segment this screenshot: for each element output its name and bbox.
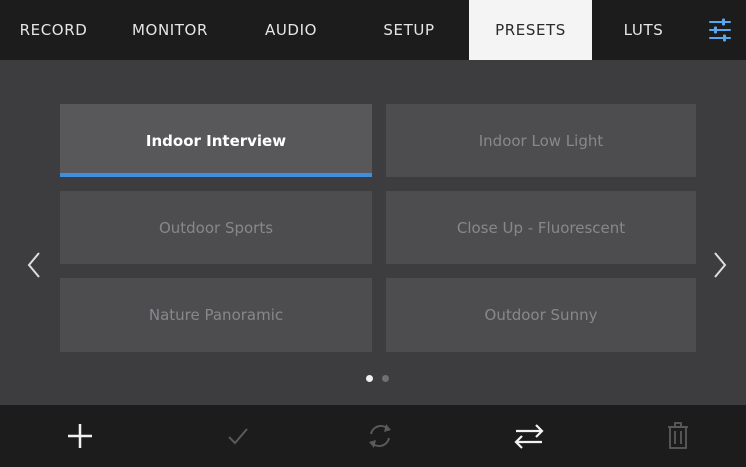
preset-label: Outdoor Sports — [158, 218, 274, 237]
preset-outdoor-sports[interactable]: Outdoor Sports — [60, 191, 372, 264]
preset-indoor-low-light[interactable]: Indoor Low Light — [386, 104, 696, 177]
preset-outdoor-sunny[interactable]: Outdoor Sunny — [386, 278, 696, 352]
chevron-right-icon — [714, 252, 727, 278]
selection-indicator — [60, 173, 372, 177]
page-dot-2[interactable] — [382, 375, 389, 382]
bottom-toolbar — [0, 405, 746, 467]
preset-label: Indoor Low Light — [478, 131, 604, 150]
preset-indoor-interview[interactable]: Indoor Interview — [60, 104, 372, 177]
refresh-icon — [369, 424, 391, 448]
chevron-left-icon — [27, 252, 40, 278]
preset-label: Close Up - Fluorescent — [456, 218, 626, 237]
update-preset-button[interactable] — [345, 405, 415, 467]
import-export-button[interactable] — [494, 405, 564, 467]
tab-luts[interactable]: LUTS — [592, 0, 695, 60]
tab-audio[interactable]: AUDIO — [233, 0, 349, 60]
tab-monitor[interactable]: MONITOR — [107, 0, 233, 60]
sliders-icon — [709, 18, 731, 42]
settings-sliders-button[interactable] — [695, 12, 746, 48]
preset-close-up-fluorescent[interactable]: Close Up - Fluorescent — [386, 191, 696, 264]
delete-preset-button[interactable] — [643, 405, 713, 467]
next-page-button[interactable] — [708, 245, 732, 285]
add-preset-button[interactable] — [45, 405, 115, 467]
tab-presets[interactable]: PRESETS — [469, 0, 592, 60]
preset-label: Outdoor Sunny — [484, 306, 598, 324]
previous-page-button[interactable] — [22, 245, 46, 285]
page-indicator — [362, 375, 392, 385]
checkmark-icon — [228, 428, 248, 445]
preset-label: Indoor Interview — [145, 131, 287, 150]
page-dot-1[interactable] — [366, 375, 373, 382]
tab-record[interactable]: RECORD — [0, 0, 107, 60]
tab-setup[interactable]: SETUP — [349, 0, 469, 60]
tab-bar: RECORD MONITOR AUDIO SETUP PRESETS LUTS — [0, 0, 746, 60]
plus-icon — [68, 424, 92, 448]
presets-screen: RECORD MONITOR AUDIO SETUP PRESETS LUTS — [0, 0, 746, 467]
load-preset-button[interactable] — [203, 405, 273, 467]
swap-arrows-icon — [514, 424, 544, 449]
trash-icon — [668, 422, 688, 449]
preset-label: Nature Panoramic — [148, 306, 284, 324]
preset-nature-panoramic[interactable]: Nature Panoramic — [60, 278, 372, 352]
